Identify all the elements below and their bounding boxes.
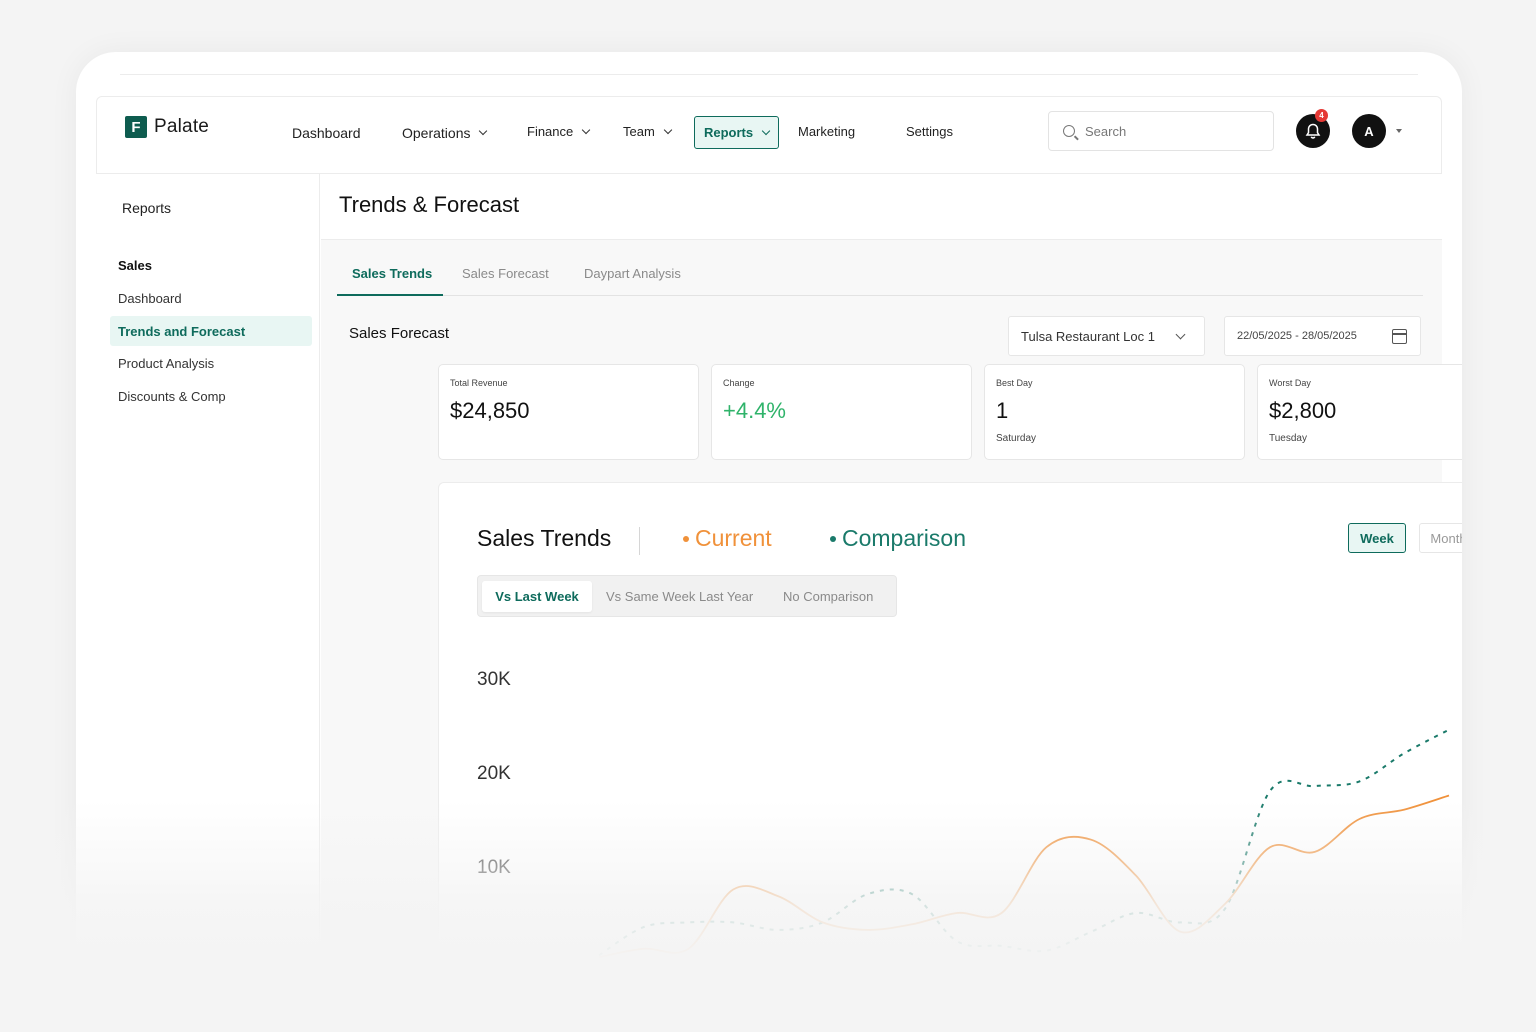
nav-label: Settings (906, 124, 953, 139)
chevron-down-icon (761, 126, 771, 135)
stat-sub: Tuesday (1269, 433, 1307, 444)
week-toggle-button[interactable]: Week (1348, 523, 1406, 553)
sidebar-item-label: Product Analysis (118, 355, 215, 371)
sidebar-item-label: Discounts & Comp (118, 388, 226, 404)
nav-finance[interactable]: Finance (527, 124, 591, 139)
legend-dot (683, 535, 689, 542)
stat-value: 1 (996, 398, 1009, 423)
nav-team[interactable]: Team (623, 124, 673, 139)
caret-down-icon[interactable] (1396, 129, 1402, 133)
sidebar-item-trends-and-forecast[interactable]: Trends and Forecast (110, 316, 312, 346)
y-tick-label: 30K (477, 669, 511, 690)
sidebar-item-product-analysis[interactable]: Product Analysis (110, 348, 312, 378)
logo-icon: F (125, 116, 147, 138)
chevron-down-icon (479, 126, 488, 136)
nav-label: Dashboard (292, 125, 361, 141)
stat-value: +4.4% (723, 398, 786, 423)
chevron-down-icon (663, 125, 673, 134)
stat-card-total-revenue: Total Revenue $24,850 (438, 364, 699, 460)
legend-comparison: Comparison (830, 525, 966, 552)
tab-sales-forecast[interactable]: Sales Forecast (462, 266, 549, 281)
month-toggle-button[interactable]: Month (1419, 523, 1462, 553)
stat-label: Change (723, 378, 755, 388)
nav-label: Reports (704, 125, 754, 140)
stat-sub: Saturday (996, 433, 1037, 444)
sales-trends-chart: 30K 20K 10K (477, 669, 1450, 959)
page-title: Trends & Forecast (339, 192, 520, 217)
legend-dot (830, 535, 836, 542)
stat-card-best-day: Best Day 1 Saturday (984, 364, 1245, 460)
series-line-comparison (598, 728, 1450, 957)
stat-value: $2,800 (1269, 398, 1337, 423)
location-select[interactable]: Tulsa Restaurant Loc 1 (1008, 316, 1205, 356)
bell-icon (1305, 123, 1321, 139)
tab-sales-trends[interactable]: Sales Trends (352, 266, 432, 281)
search-input[interactable] (1085, 123, 1255, 139)
y-tick-label: 10K (477, 857, 511, 878)
logo[interactable]: F Palate (125, 116, 209, 138)
sidebar-section-sales: Sales (118, 258, 152, 273)
stat-label: Best Day (996, 378, 1033, 388)
segment-no-comparison[interactable]: No Comparison (783, 581, 873, 612)
comparison-segmented-control: Vs Last Week Vs Same Week Last Year No C… (477, 575, 897, 617)
calendar-icon (1392, 329, 1407, 344)
stat-value: $24,850 (450, 398, 530, 423)
date-range-value: 22/05/2025 - 28/05/2025 (1237, 330, 1357, 342)
nav-operations[interactable]: Operations (402, 125, 488, 141)
sidebar: Reports Sales Dashboard Trends and Forec… (96, 174, 320, 1032)
stat-label: Worst Day (1269, 378, 1311, 388)
app-name: Palate (154, 116, 210, 137)
nav-label: Marketing (798, 124, 856, 139)
nav-marketing[interactable]: Marketing (798, 124, 855, 139)
location-select-value: Tulsa Restaurant Loc 1 (1021, 328, 1155, 344)
search-icon (1063, 125, 1075, 137)
device-frame: F Palate Dashboard Operations Finance Te… (76, 52, 1462, 1032)
tab-daypart-analysis[interactable]: Daypart Analysis (584, 266, 681, 281)
stat-label: Total Revenue (450, 378, 508, 388)
y-tick-label: 20K (477, 763, 511, 784)
nav-reports[interactable]: Reports (694, 116, 780, 149)
nav-label: Finance (527, 124, 574, 139)
app-window: F Palate Dashboard Operations Finance Te… (96, 96, 1462, 1032)
stat-card-worst-day: Worst Day $2,800 Tuesday (1257, 364, 1462, 460)
legend-label: Current (695, 525, 772, 551)
chevron-down-icon (582, 125, 591, 134)
avatar[interactable]: A (1352, 114, 1386, 148)
device-top-line (120, 74, 1418, 75)
page-header: Trends & Forecast (321, 174, 1442, 240)
main-content: Trends & Forecast Sales Trends Sales For… (321, 174, 1462, 1032)
tab-bar: Sales Trends Sales Forecast Daypart Anal… (337, 256, 1423, 296)
segment-vs-same-week-last-year[interactable]: Vs Same Week Last Year (606, 581, 753, 612)
search-box[interactable] (1048, 111, 1274, 151)
active-tab-indicator (337, 294, 443, 296)
series-line-current (598, 794, 1450, 959)
sidebar-item-dashboard[interactable]: Dashboard (110, 283, 312, 313)
sidebar-title: Reports (122, 200, 172, 216)
top-navbar: F Palate Dashboard Operations Finance Te… (96, 96, 1442, 174)
nav-settings[interactable]: Settings (906, 124, 953, 139)
chart-divider (639, 527, 640, 555)
legend-label: Comparison (842, 525, 966, 551)
nav-dashboard[interactable]: Dashboard (292, 125, 361, 141)
sidebar-item-label: Trends and Forecast (118, 323, 246, 339)
chart-title: Sales Trends (477, 525, 612, 551)
sales-forecast-title: Sales Forecast (349, 325, 450, 342)
nav-label: Team (623, 124, 655, 139)
nav-label: Operations (402, 125, 471, 141)
sales-trends-card: Sales Trends Current Comparison Week Mon… (438, 482, 1462, 1032)
chevron-down-icon (1175, 329, 1186, 340)
segment-vs-last-week[interactable]: Vs Last Week (482, 581, 592, 612)
sidebar-item-discounts-comp[interactable]: Discounts & Comp (110, 381, 312, 411)
stat-card-change: Change +4.4% (711, 364, 972, 460)
legend-current: Current (683, 525, 772, 552)
date-range-picker[interactable]: 22/05/2025 - 28/05/2025 (1224, 316, 1421, 356)
sidebar-item-label: Dashboard (118, 290, 182, 306)
notification-badge: 4 (1315, 109, 1328, 122)
